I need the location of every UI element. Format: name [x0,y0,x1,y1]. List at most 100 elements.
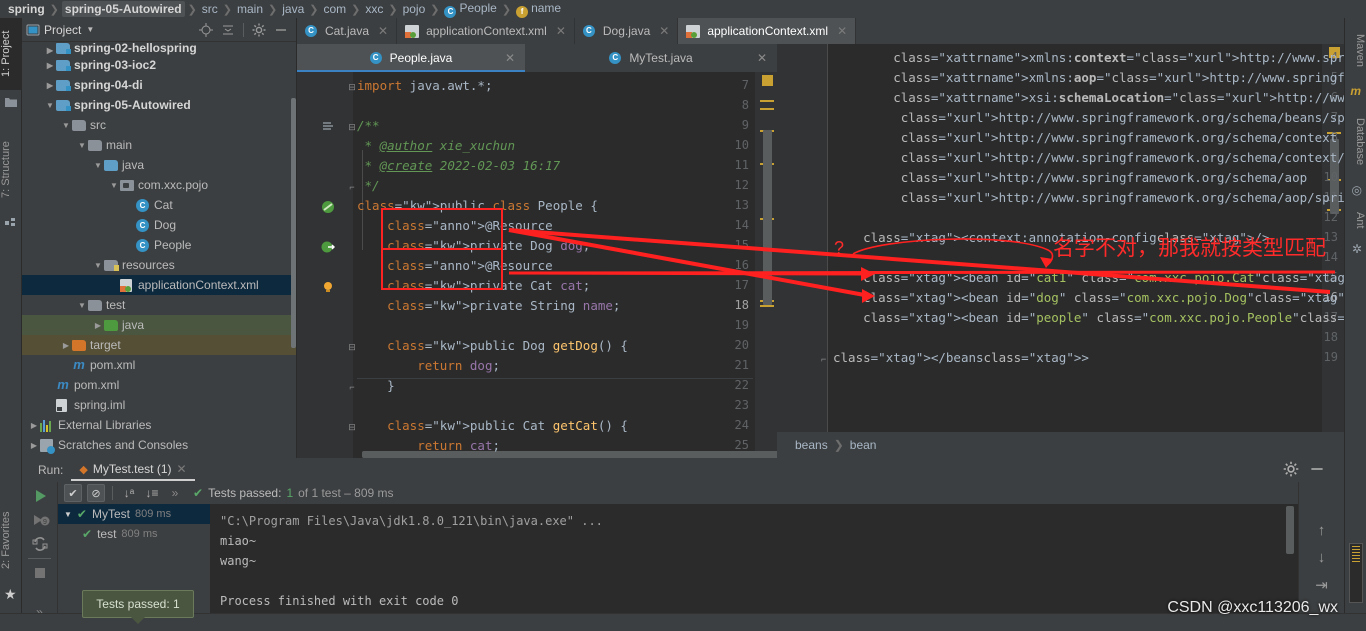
chevron-down-icon[interactable]: ▼ [108,181,120,190]
editor-tab-row-1[interactable]: C Cat.java ✕ applicationContext.xml ✕ C … [297,18,1344,44]
project-tree-scrollbar[interactable] [291,98,296,348]
bookmark[interactable] [321,120,335,134]
sidebar-item-project[interactable]: 1: Project [0,18,22,90]
chevron-down-icon[interactable]: ▼ [92,261,104,270]
code-line[interactable]: return dog; [357,358,500,373]
stop-icon[interactable] [30,563,50,583]
project-tree[interactable]: ▶ spring-02-hellospring ▶ spring-03-ioc2 ▶ sp… [22,42,296,458]
autowired-icon[interactable] [321,240,335,254]
locate-icon[interactable] [198,22,214,38]
tree-item[interactable]: ▶ Scratches and Consoles [22,435,296,455]
tree-item[interactable]: ▶ spring-02-hellospring [22,43,296,55]
tree-spacer[interactable] [124,201,136,210]
code-line[interactable]: class="xtag"></beansclass="xtag">> [833,350,1089,365]
chevron-right-icon[interactable]: ▶ [60,341,72,350]
sidebar-item-database[interactable]: Database [1344,102,1366,182]
xml-breadcrumb-beans[interactable]: beans [795,438,828,452]
tree-spacer[interactable] [44,381,56,390]
tree-item[interactable]: m pom.xml [22,375,296,395]
tree-spacer[interactable] [124,221,136,230]
tree-item[interactable]: ▶ spring-03-ioc2 [22,55,296,75]
tree-spacer[interactable] [44,401,56,410]
chevron-right-icon[interactable]: ▶ [44,61,56,70]
sidebar-item-structure[interactable]: 7: Structure [0,128,22,212]
tree-item[interactable]: ▶ java [22,315,296,335]
fold-marker[interactable]: ⌐ [347,182,357,192]
code-line[interactable]: return cat; [357,438,500,453]
tree-item[interactable]: ▶ spring-04-di [22,75,296,95]
minimize-icon[interactable] [1308,460,1326,478]
code-line[interactable]: class="xurl">http://www.springframework.… [833,150,1344,165]
bean-icon[interactable] [321,200,335,214]
breadcrumb-item-src[interactable]: src [200,2,220,16]
chevron-right-icon[interactable]: ▶ [44,81,56,90]
toggle-autotest-icon[interactable] [30,534,50,554]
tree-item[interactable]: ▼ src [22,115,296,135]
tree-item[interactable]: ▶ target [22,335,296,355]
tree-item[interactable]: ▼ spring-05-Autowired [22,95,296,115]
breadcrumb-item-xxc[interactable]: xxc [363,2,385,16]
code-line[interactable]: */ [357,178,380,193]
breadcrumb-item-java[interactable]: java [280,2,306,16]
run-results-toolbar[interactable]: ✔ ⊘ ↓ᵃ ↓≡ » ✔ Tests passed: 1 of 1 test … [58,482,1344,504]
code-line[interactable]: class="xattrname">xsi:schemaLocation="cl… [833,90,1344,105]
tree-item[interactable]: spring.iml [22,395,296,415]
breadcrumb-item-spring[interactable]: spring [6,2,47,16]
tree-item[interactable]: C People [22,235,296,255]
code-line[interactable]: class="xurl">http://www.springframework.… [833,170,1307,185]
close-icon[interactable]: ✕ [837,24,847,38]
code-line[interactable]: * @author xie_xuchun [357,138,516,153]
tree-item[interactable]: ▼ resources [22,255,296,275]
code-line[interactable]: class="xtag"><bean id="cat1" class="com.… [833,270,1344,285]
java-code-editor[interactable]: 7 import java.awt.*; ⊟ 8 9/** ⊟ 10 * @author x… [297,72,777,458]
test-row-mytest[interactable]: ▼ ✔ MyTest 809 ms [58,504,210,524]
run-toolbar-left[interactable]: 9 » [22,482,58,619]
tree-item[interactable]: C Dog [22,215,296,235]
close-icon[interactable]: ✕ [505,51,515,65]
breadcrumb-item-com[interactable]: com [321,2,348,16]
chevron-down-icon[interactable]: ▼ [60,121,72,130]
tree-spacer[interactable] [124,241,136,250]
tab-mytest-java[interactable]: C MyTest.java ✕ [525,44,777,72]
tree-item[interactable]: applicationContext.xml [22,275,296,295]
run-toolbar-right[interactable]: ↑ ↓ ⇥ [1298,482,1344,613]
sort-alphabetically-icon[interactable]: ↓ᵃ [120,484,138,502]
fold-marker[interactable]: ⌐ [821,354,831,364]
code-line[interactable]: class="xattrname">xmlns:aop="class="xurl… [833,70,1344,85]
tree-item[interactable]: C Cat [22,195,296,215]
test-row-test[interactable]: ✔ test 809 ms [58,524,210,544]
code-line[interactable]: class="xurl">http://www.springframework.… [833,110,1344,125]
tree-item[interactable]: ▼ test [22,295,296,315]
soft-wrap-icon[interactable]: ⇥ [1299,576,1344,594]
tab-applicationcontext-xml-1[interactable]: applicationContext.xml ✕ [397,18,575,44]
sidebar-item-maven[interactable]: Maven [1344,20,1366,82]
tree-spacer[interactable] [108,281,120,290]
code-line[interactable]: class="xattrname">xmlns:context="class="… [833,50,1344,65]
collapse-all-icon[interactable] [220,22,236,38]
code-line[interactable]: class="xtag"><bean id="people" class="co… [833,310,1344,325]
breadcrumb[interactable]: spring ❯ spring-05-Autowired ❯ src ❯ mai… [0,0,1366,18]
code-line[interactable]: /** [357,118,380,133]
close-icon[interactable]: ✕ [556,24,566,38]
tree-spacer[interactable] [60,361,72,370]
code-line[interactable]: class="xurl">http://www.springframework.… [833,190,1344,205]
close-icon[interactable]: ✕ [757,51,767,65]
tree-item[interactable]: m pom.xml [22,355,296,375]
tab-people-java[interactable]: C People.java ✕ [297,44,525,72]
rerun-failed-icon[interactable]: 9 [30,510,50,530]
chevron-down-icon[interactable]: ▼ [64,510,72,519]
gear-icon[interactable] [251,22,267,38]
tree-item[interactable]: ▼ com.xxc.pojo [22,175,296,195]
breadcrumb-item-people[interactable]: C People [442,1,498,18]
console-scrollbar[interactable] [1286,506,1294,554]
run-console-output[interactable]: "C:\Program Files\Java\jdk1.8.0_121\bin\… [210,504,1298,613]
gear-icon[interactable] [1282,460,1300,478]
chevron-right-icon[interactable]: ▶ [28,421,40,430]
chevron-down-icon[interactable]: ▼ [44,101,56,110]
scroll-up-icon[interactable]: ↑ [1299,522,1344,539]
sidebar-item-favorites[interactable]: 2: Favorites [0,498,22,582]
breadcrumb-item-name[interactable]: f name [514,1,563,18]
code-line[interactable]: class="xurl">http://www.springframework.… [833,130,1338,145]
close-icon[interactable]: ✕ [659,24,669,38]
tab-dog-java[interactable]: C Dog.java ✕ [575,18,679,44]
